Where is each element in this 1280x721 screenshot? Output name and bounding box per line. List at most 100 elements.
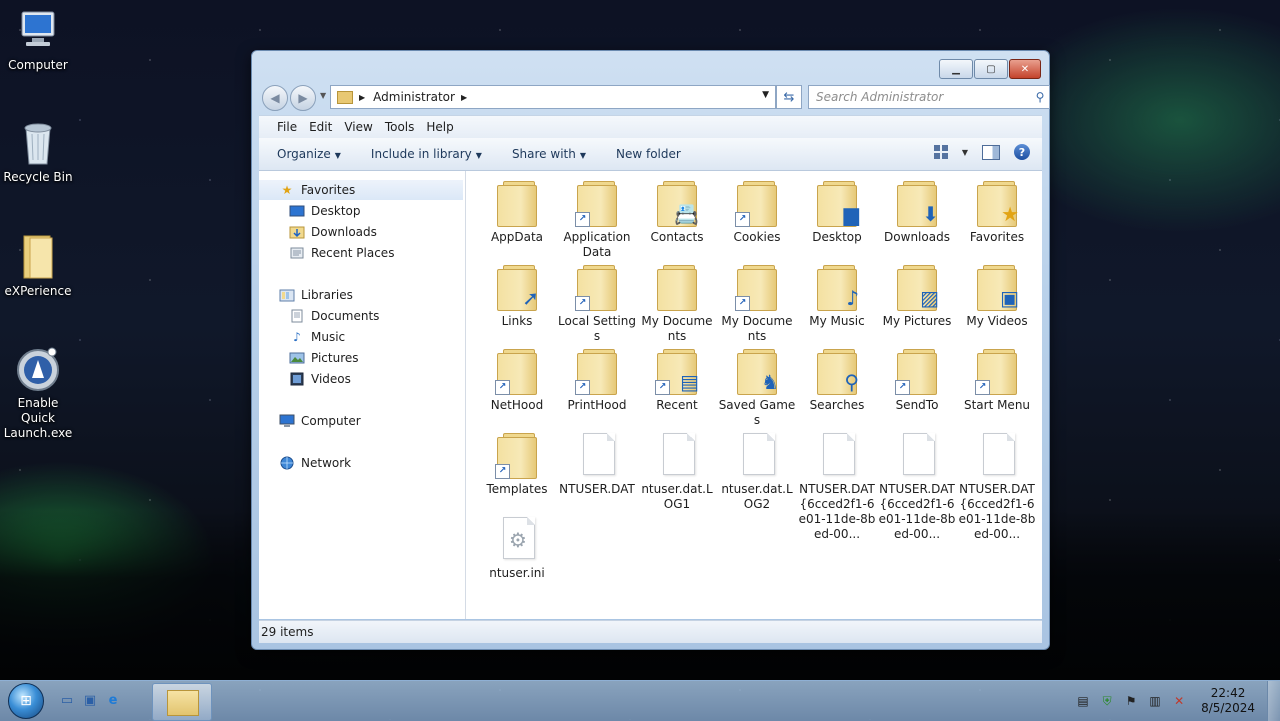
nav-computer[interactable]: Computer [279, 411, 361, 431]
file-item-label: Cookies [733, 230, 781, 244]
shortcut-arrow-icon: ↗ [495, 464, 510, 479]
file-item[interactable]: ↗ PrintHood [558, 347, 636, 413]
menu-view[interactable]: View [344, 120, 372, 134]
close-button[interactable]: ✕ [1009, 59, 1041, 79]
file-item[interactable]: ↗ Cookies [718, 179, 796, 245]
folder-icon: 📇 [655, 179, 699, 227]
file-item-label: My Pictures [882, 314, 952, 328]
desktop-icon-recycle-bin[interactable]: Recycle Bin [0, 120, 76, 185]
refresh-button[interactable]: ⇆ [776, 85, 802, 109]
desktop-icon-experience[interactable]: eXPerience [0, 234, 76, 299]
internet-explorer-icon[interactable]: e [104, 691, 122, 709]
organize-button[interactable]: Organize ▼ [277, 147, 341, 161]
file-item[interactable]: ↗ My Documents [718, 263, 796, 344]
star-icon: ★ [281, 183, 293, 197]
file-item[interactable]: NTUSER.DAT{6cced2f1-6e01-11de-8bed-00... [878, 431, 956, 542]
folder-icon: ↗ [735, 179, 779, 227]
clock[interactable]: 22:42 8/5/2024 [1201, 686, 1255, 716]
chevron-right-icon[interactable]: ▶ [461, 93, 467, 102]
file-item[interactable]: NTUSER.DAT{6cced2f1-6e01-11de-8bed-00... [798, 431, 876, 542]
nav-desktop[interactable]: Desktop [289, 201, 361, 221]
file-item[interactable]: ↗ Templates [478, 431, 556, 497]
nav-videos-label: Videos [311, 372, 351, 386]
view-dropdown-icon[interactable]: ▼ [962, 148, 968, 157]
file-item[interactable]: ntuser.dat.LOG2 [718, 431, 796, 512]
file-item[interactable]: NTUSER.DAT [558, 431, 636, 497]
forward-button[interactable]: ▶ [290, 85, 316, 111]
file-item[interactable]: ➚ Links [478, 263, 556, 329]
search-placeholder[interactable]: Search Administrator [809, 90, 1031, 104]
file-item[interactable]: NTUSER.DAT{6cced2f1-6e01-11de-8bed-00... [958, 431, 1036, 542]
nav-libraries[interactable]: Libraries [279, 285, 353, 305]
menu-edit[interactable]: Edit [309, 120, 332, 134]
security-shield-icon[interactable]: ⛨ [1099, 693, 1115, 709]
nav-recent-places[interactable]: Recent Places [289, 243, 394, 263]
file-item[interactable]: 📇 Contacts [638, 179, 716, 245]
file-item[interactable]: ntuser.dat.LOG1 [638, 431, 716, 512]
nav-documents[interactable]: Documents [289, 306, 379, 326]
nav-libraries-label: Libraries [301, 288, 353, 302]
file-item[interactable]: ⬇ Downloads [878, 179, 956, 245]
file-item-label: NTUSER.DAT{6cced2f1-6e01-11de-8bed-00... [958, 482, 1036, 541]
preview-pane-icon[interactable] [982, 144, 1000, 160]
search-icon[interactable]: ⚲ [1031, 90, 1049, 104]
include-in-library-button[interactable]: Include in library ▼ [371, 147, 482, 161]
file-icon [815, 431, 859, 479]
recycle-bin-icon [14, 120, 62, 166]
address-bar[interactable]: ▶ Administrator ▶ ▼ [330, 85, 776, 109]
nav-documents-label: Documents [311, 309, 380, 323]
minimize-button[interactable]: ▁ [939, 59, 973, 79]
taskbar: ⊞ ▭ ▣ e ▤ ⛨ ⚑ ▥ ✕ 22:42 8/5/2024 [0, 680, 1280, 721]
file-item[interactable]: ▣ My Videos [958, 263, 1036, 329]
address-dropdown-icon[interactable]: ▼ [762, 90, 769, 100]
file-item[interactable]: ▨ My Pictures [878, 263, 956, 329]
recent-pages-dropdown-icon[interactable]: ▼ [320, 91, 326, 100]
address-path[interactable]: Administrator [373, 90, 455, 104]
file-item[interactable]: My Documents [638, 263, 716, 344]
file-item[interactable]: AppData [478, 179, 556, 245]
nav-downloads[interactable]: Downloads [289, 222, 377, 242]
maximize-button[interactable]: ▢ [974, 59, 1008, 79]
switch-windows-icon[interactable]: ▣ [81, 691, 99, 709]
file-item[interactable]: ⚙ ntuser.ini [478, 515, 556, 581]
file-item[interactable]: ▤ ↗ Recent [638, 347, 716, 413]
search-box[interactable]: Search Administrator ⚲ [808, 85, 1050, 109]
libraries-icon [279, 288, 295, 302]
file-item[interactable]: ♪ My Music [798, 263, 876, 329]
desktop-icon-computer[interactable]: Computer [0, 8, 76, 73]
nav-network[interactable]: Network [279, 453, 351, 473]
file-item[interactable]: ♞ Saved Games [718, 347, 796, 428]
start-button[interactable]: ⊞ [4, 683, 48, 719]
action-center-flag-icon[interactable]: ⚑ [1123, 693, 1139, 709]
chevron-right-icon[interactable]: ▶ [359, 93, 365, 102]
nav-pictures[interactable]: Pictures [289, 348, 359, 368]
show-desktop-quicklaunch-icon[interactable]: ▭ [58, 691, 76, 709]
menu-tools[interactable]: Tools [385, 120, 415, 134]
back-button[interactable]: ◀ [262, 85, 288, 111]
volume-muted-icon[interactable]: ✕ [1171, 693, 1187, 709]
nav-videos[interactable]: Videos [289, 369, 351, 389]
help-icon[interactable]: ? [1014, 144, 1030, 160]
taskbar-explorer-button[interactable] [152, 683, 212, 721]
file-item[interactable]: ↗ Local Settings [558, 263, 636, 344]
file-item[interactable]: ⚲ Searches [798, 347, 876, 413]
file-item[interactable]: ↗ Start Menu [958, 347, 1036, 413]
nav-music[interactable]: ♪ Music [289, 327, 345, 347]
shortcut-arrow-icon: ↗ [575, 380, 590, 395]
desktop-icon-label: Enable Quick Launch.exe [3, 396, 73, 440]
notes-icon[interactable]: ▤ [1075, 693, 1091, 709]
network-icon[interactable]: ▥ [1147, 693, 1163, 709]
share-with-button[interactable]: Share with ▼ [512, 147, 586, 161]
nav-favorites[interactable]: ★ Favorites [259, 180, 463, 200]
change-view-icon[interactable] [933, 145, 948, 159]
menu-help[interactable]: Help [426, 120, 453, 134]
file-item[interactable]: ↗ SendTo [878, 347, 956, 413]
show-desktop-button[interactable] [1267, 681, 1280, 721]
desktop-icon-enable-quick-launch[interactable]: Enable Quick Launch.exe [0, 346, 76, 441]
file-item[interactable]: ▆ Desktop [798, 179, 876, 245]
file-item[interactable]: ↗ Application Data [558, 179, 636, 260]
file-item[interactable]: ↗ NetHood [478, 347, 556, 413]
file-item[interactable]: ★ Favorites [958, 179, 1036, 245]
menu-file[interactable]: File [277, 120, 297, 134]
new-folder-button[interactable]: New folder [616, 147, 681, 161]
